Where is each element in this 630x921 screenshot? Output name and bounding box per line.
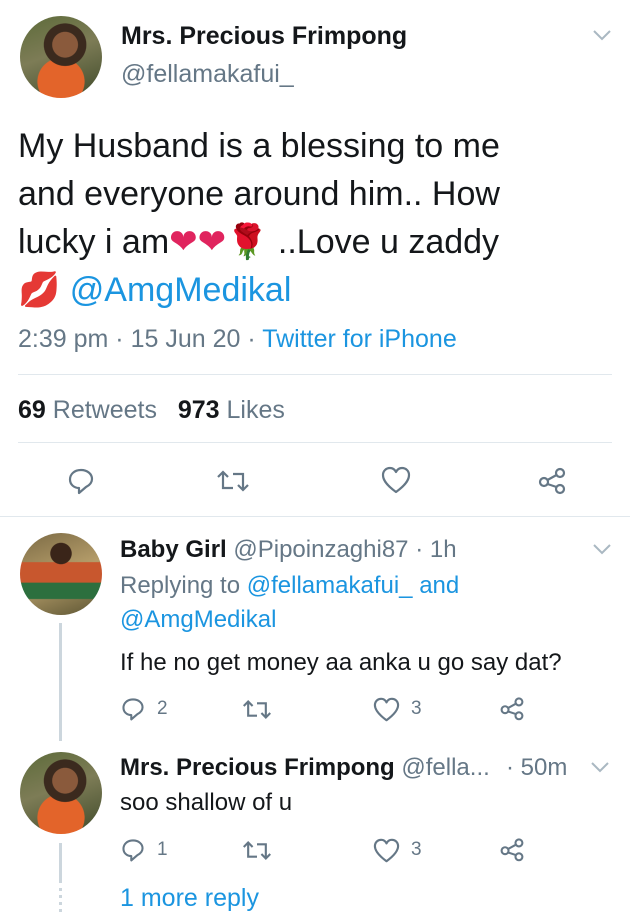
- chevron-down-icon[interactable]: [592, 542, 612, 556]
- tweet-text-segment: ..Love u zaddy: [268, 223, 500, 261]
- like-count: 3: [411, 698, 422, 719]
- tweet-text-line: My Husband is a blessing to me: [18, 127, 500, 165]
- reply-author-name[interactable]: Baby Girl: [120, 536, 227, 563]
- retweets-stat[interactable]: 69 Retweets: [18, 396, 157, 424]
- tweet-text-segment: lucky i am: [18, 223, 170, 261]
- replying-to: Replying to @fellamakafui_ and @AmgMedik…: [120, 569, 600, 637]
- reply-text: soo shallow of u: [120, 789, 293, 816]
- like-icon[interactable]: [373, 697, 400, 722]
- reply-time: · 1h: [415, 536, 457, 563]
- tweet-meta: 2:39 pm · 15 Jun 20 · Twitter for iPhone: [18, 325, 457, 354]
- avatar[interactable]: [20, 752, 102, 834]
- thread-line: [59, 843, 62, 883]
- share-icon[interactable]: [499, 836, 525, 862]
- avatar[interactable]: [20, 533, 102, 615]
- chevron-down-icon[interactable]: [590, 760, 610, 774]
- like-count: 3: [411, 839, 422, 860]
- mention-link[interactable]: @AmgMedikal: [70, 271, 292, 309]
- author-name[interactable]: Mrs. Precious Frimpong: [121, 22, 407, 51]
- reply-icon[interactable]: [66, 466, 96, 496]
- reply-count: 1: [157, 839, 168, 860]
- more-replies-link[interactable]: 1 more reply: [120, 884, 259, 913]
- tweet-source[interactable]: Twitter for iPhone: [262, 325, 457, 353]
- tweet-text: My Husband is a blessing to me and every…: [18, 122, 618, 314]
- reply-text: If he no get money aa anka u go say dat?: [120, 649, 562, 676]
- reply-header: Mrs. Precious Frimpong @fella...: [120, 754, 490, 782]
- like-icon[interactable]: [381, 466, 411, 494]
- emoji-kiss: 💋: [18, 271, 61, 309]
- mention-link[interactable]: @fellamakafui_: [247, 572, 413, 599]
- reply-author-name[interactable]: Mrs. Precious Frimpong: [120, 754, 395, 781]
- tweet-stats: 69 Retweets 973 Likes: [18, 396, 285, 425]
- tweet-time: 2:39 pm: [18, 325, 109, 353]
- author-handle[interactable]: @fellamakafui_: [121, 60, 294, 89]
- reply-author-handle[interactable]: @Pipoinzaghi87: [233, 536, 408, 563]
- tweet-text-line: and everyone around him.. How: [18, 175, 500, 213]
- mention-link[interactable]: @AmgMedikal: [120, 606, 276, 633]
- divider: [18, 374, 612, 375]
- tweet-date: 15 Jun 20: [130, 325, 241, 353]
- likes-count: 973: [177, 396, 220, 424]
- retweets-label: Retweets: [52, 396, 157, 424]
- separator: ·: [247, 325, 256, 353]
- reply-icon[interactable]: [120, 696, 146, 722]
- retweet-icon[interactable]: [216, 468, 250, 494]
- reply-icon[interactable]: [120, 837, 146, 863]
- separator: ·: [115, 325, 124, 353]
- share-icon[interactable]: [499, 695, 525, 721]
- share-icon[interactable]: [537, 465, 567, 495]
- divider: [0, 516, 630, 517]
- divider: [18, 442, 612, 443]
- reply-time: · 50m: [506, 754, 568, 781]
- chevron-down-icon[interactable]: [592, 28, 612, 42]
- tweet-text-line: 💋 @AmgMedikal: [18, 266, 618, 314]
- avatar[interactable]: [20, 16, 102, 98]
- replying-prefix: Replying to: [120, 572, 247, 599]
- retweet-icon[interactable]: [242, 698, 272, 721]
- tweet-text-line: lucky i am❤❤🌹 ..Love u zaddy: [18, 218, 618, 266]
- likes-stat[interactable]: 973 Likes: [178, 396, 285, 424]
- thread-line: [59, 623, 62, 741]
- thread-dots: [59, 888, 62, 914]
- likes-label: Likes: [226, 396, 285, 424]
- reply-author-handle[interactable]: @fella...: [401, 754, 489, 781]
- reply-header: Baby Girl @Pipoinzaghi87 · 1h: [120, 536, 457, 564]
- replying-and: and: [412, 572, 460, 599]
- retweets-count: 69: [18, 396, 46, 424]
- emoji-hearts-rose: ❤❤🌹: [169, 223, 269, 261]
- retweet-icon[interactable]: [242, 839, 272, 862]
- like-icon[interactable]: [373, 838, 400, 863]
- reply-count: 2: [157, 698, 168, 719]
